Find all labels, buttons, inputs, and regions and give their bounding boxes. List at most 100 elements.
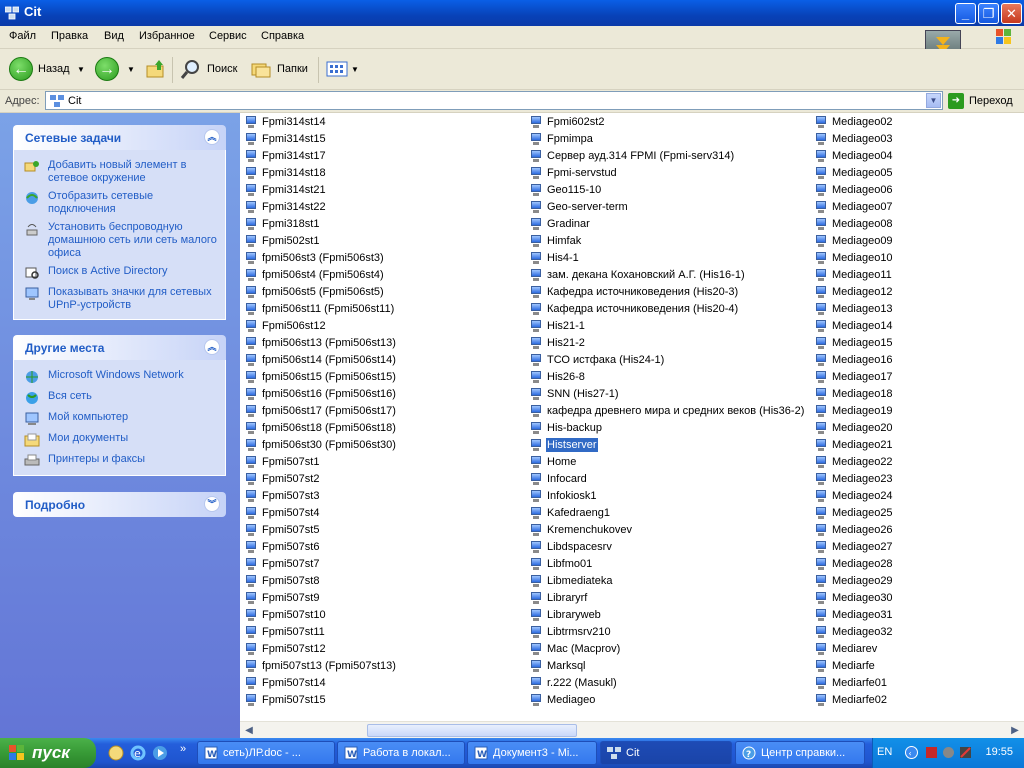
network-computer-item[interactable]: Mediageo14 <box>815 317 894 334</box>
menu-tools[interactable]: Сервис <box>209 30 247 42</box>
media-player-icon[interactable] <box>152 745 168 761</box>
scroll-right-icon[interactable]: ▶ <box>1008 724 1022 737</box>
network-computer-item[interactable]: Fpmi507st8 <box>245 572 320 589</box>
network-computer-item[interactable]: Mediageo32 <box>815 623 894 640</box>
menu-help[interactable]: Справка <box>261 30 304 42</box>
folders-button[interactable]: Папки <box>250 55 308 83</box>
network-computer-item[interactable]: Fpmi507st3 <box>245 487 320 504</box>
network-computer-item[interactable]: fpmi506st11 (Fpmi506st11) <box>245 300 395 317</box>
close-button[interactable]: ✕ <box>1001 3 1022 24</box>
network-computer-item[interactable]: His21-2 <box>530 334 586 351</box>
address-dropdown-icon[interactable]: ▼ <box>926 93 941 108</box>
network-computer-item[interactable]: Mediageo12 <box>815 283 894 300</box>
network-computer-item[interactable]: Mediageo29 <box>815 572 894 589</box>
network-computer-item[interactable]: Mediageo25 <box>815 504 894 521</box>
network-computer-item[interactable]: Fpmi507st12 <box>245 640 327 657</box>
file-list[interactable]: Fpmi314st14 Fpmi314st15 Fpmi314st17 Fpmi314… <box>240 113 1024 721</box>
network-computer-item[interactable]: Mediarev <box>815 640 878 657</box>
forward-button[interactable]: → <box>95 55 119 83</box>
search-button[interactable]: Поиск <box>180 55 237 83</box>
network-computer-item[interactable]: Fpmi507st6 <box>245 538 320 555</box>
network-computer-item[interactable]: Mediageo13 <box>815 300 894 317</box>
taskbar-button-cit[interactable]: Cit <box>600 741 732 765</box>
horizontal-scrollbar[interactable]: ◀ ▶ <box>240 721 1024 739</box>
network-computer-item[interactable]: Fpmimpa <box>530 130 594 147</box>
scrollbar-thumb[interactable] <box>367 724 577 737</box>
tray-network-icon[interactable] <box>959 746 972 759</box>
taskbar-button-word-doc3[interactable]: W Документ3 - Mi... <box>467 741 597 765</box>
network-computer-item[interactable]: Mac (Macprov) <box>530 640 621 657</box>
network-computer-item[interactable]: Libraryweb <box>530 606 602 623</box>
network-computer-item[interactable]: Mediageo10 <box>815 249 894 266</box>
network-computer-item[interactable]: Libdspacesrv <box>530 538 613 555</box>
network-computer-item[interactable]: Geo-server-term <box>530 198 629 215</box>
network-computer-item[interactable]: Fpmi314st18 <box>245 164 327 181</box>
minimize-button[interactable]: _ <box>955 3 976 24</box>
network-computer-item[interactable]: Libmediateka <box>530 572 613 589</box>
network-computer-item[interactable]: Mediageo <box>530 691 596 708</box>
network-computer-item[interactable]: Mediageo11 <box>815 266 893 283</box>
views-button[interactable] <box>326 55 348 83</box>
network-computer-item[interactable]: кафедра древнего мира и средних веков (H… <box>530 402 805 419</box>
network-computer-item[interactable]: Mediageo18 <box>815 385 894 402</box>
start-button[interactable]: пуск <box>0 738 96 768</box>
network-computer-item[interactable]: His21-1 <box>530 317 586 334</box>
network-computer-item[interactable]: Mediageo16 <box>815 351 894 368</box>
network-computer-item[interactable]: Mediageo02 <box>815 113 894 130</box>
network-computer-item[interactable]: Mediageo30 <box>815 589 894 606</box>
network-computer-item[interactable]: Fpmi507st4 <box>245 504 320 521</box>
network-computer-item[interactable]: Fpmi314st21 <box>245 181 327 198</box>
network-computer-item[interactable]: Fpmi507st14 <box>245 674 327 691</box>
quicklaunch-desktop-icon[interactable] <box>108 745 124 761</box>
collapse-icon[interactable]: ︽ <box>204 129 220 145</box>
network-tasks-header[interactable]: Сетевые задачи ︽ <box>13 125 226 150</box>
network-computer-item[interactable]: Infocard <box>530 470 588 487</box>
network-computer-item[interactable]: Mediageo28 <box>815 555 894 572</box>
network-computer-item[interactable]: fpmi506st18 (Fpmi506st18) <box>245 419 397 436</box>
network-computer-item[interactable]: Сервер ауд.314 FPMI (Fpmi-serv314) <box>530 147 735 164</box>
menu-edit[interactable]: Правка <box>51 30 88 42</box>
network-computer-item[interactable]: Libtrmsrv210 <box>530 623 612 640</box>
task-setup-wireless-network[interactable]: Установить беспроводную домашнюю сеть ил… <box>24 221 219 260</box>
network-computer-item[interactable]: Mediageo03 <box>815 130 894 147</box>
network-computer-item[interactable]: fpmi506st16 (Fpmi506st16) <box>245 385 397 402</box>
maximize-button[interactable]: ❐ <box>978 3 999 24</box>
network-computer-item[interactable]: Mediageo31 <box>815 606 894 623</box>
network-computer-item[interactable]: Fpmi314st22 <box>245 198 327 215</box>
network-computer-item[interactable]: Kafedraeng1 <box>530 504 611 521</box>
place-printers-and-faxes[interactable]: Принтеры и факсы <box>24 453 219 469</box>
place-microsoft-windows-network[interactable]: Microsoft Windows Network <box>24 369 219 385</box>
forward-dropdown-icon[interactable]: ▼ <box>127 65 135 74</box>
network-computer-item[interactable]: Fpmi502st1 <box>245 232 320 249</box>
network-computer-item[interactable]: Marksql <box>530 657 587 674</box>
up-folder-button[interactable] <box>145 55 167 83</box>
network-computer-item[interactable]: Home <box>530 453 577 470</box>
task-search-active-directory[interactable]: Поиск в Active Directory <box>24 265 219 281</box>
network-computer-item[interactable]: ТСО истфака (His24-1) <box>530 351 665 368</box>
network-computer-item[interactable]: Fpmi507st11 <box>245 623 326 640</box>
taskbar-button-help-center[interactable]: ? Центр справки... <box>735 741 865 765</box>
network-computer-item[interactable]: Fpmi507st10 <box>245 606 327 623</box>
network-computer-item[interactable]: Kremenchukovev <box>530 521 633 538</box>
network-computer-item[interactable]: Geo115-10 <box>530 181 602 198</box>
network-computer-item[interactable]: fpmi506st3 (Fpmi506st3) <box>245 249 385 266</box>
views-dropdown-icon[interactable]: ▼ <box>351 65 359 74</box>
network-computer-item[interactable]: Mediageo06 <box>815 181 894 198</box>
network-computer-item[interactable]: fpmi506st17 (Fpmi506st17) <box>245 402 397 419</box>
place-my-computer[interactable]: Мой компьютер <box>24 411 219 427</box>
back-dropdown-icon[interactable]: ▼ <box>77 65 85 74</box>
network-computer-item[interactable]: Fpmi507st9 <box>245 589 320 606</box>
network-computer-item[interactable]: Fpmi314st14 <box>245 113 327 130</box>
expand-icon[interactable]: ︾ <box>204 496 220 512</box>
tray-app-icon[interactable] <box>925 746 938 759</box>
network-computer-item[interactable]: Mediageo19 <box>815 402 894 419</box>
network-computer-item[interactable]: Mediageo08 <box>815 215 894 232</box>
network-computer-item[interactable]: fpmi506st30 (Fpmi506st30) <box>245 436 397 453</box>
task-add-network-place[interactable]: Добавить новый элемент в сетевое окружен… <box>24 159 219 185</box>
network-computer-item[interactable]: Histserver <box>530 436 598 453</box>
network-computer-item[interactable]: Fpmi314st17 <box>245 147 327 164</box>
network-computer-item[interactable]: Mediageo07 <box>815 198 894 215</box>
network-computer-item[interactable]: Mediarfe02 <box>815 691 888 708</box>
network-computer-item[interactable]: fpmi506st14 (Fpmi506st14) <box>245 351 397 368</box>
network-computer-item[interactable]: Fpmi602st2 <box>530 113 605 130</box>
